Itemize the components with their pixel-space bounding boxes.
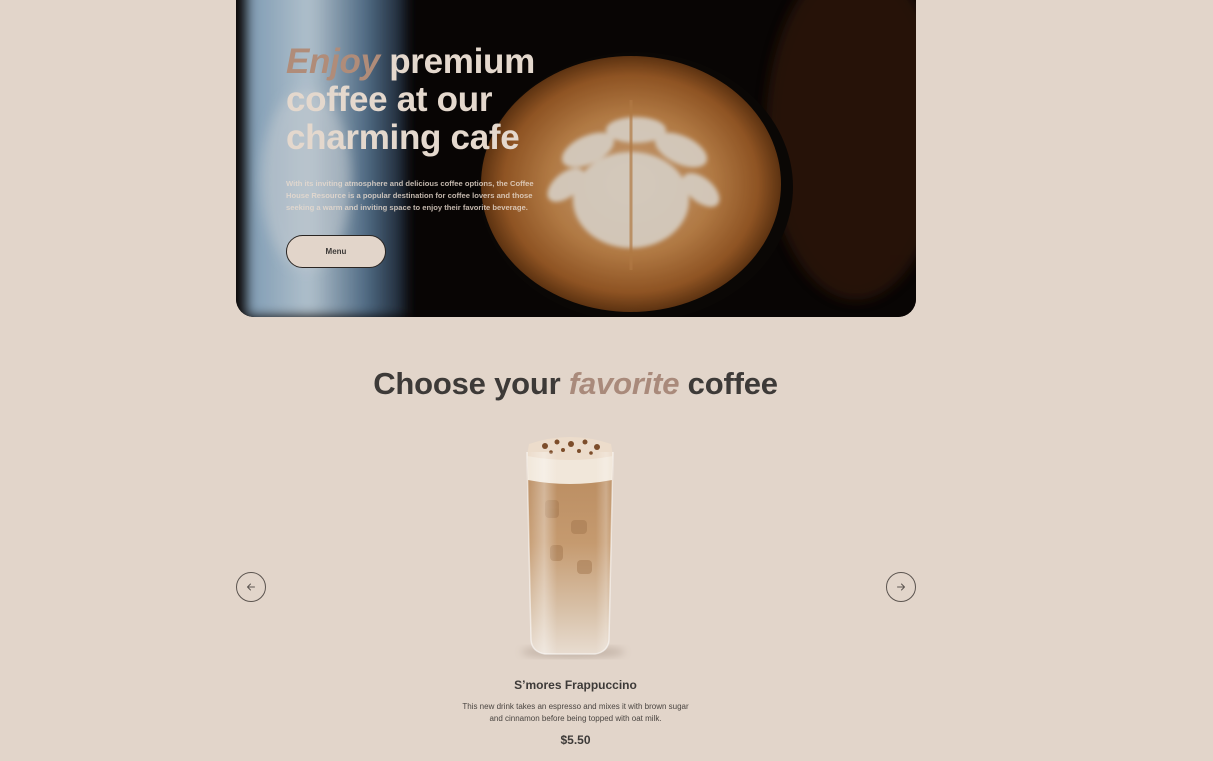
hero-title: Enjoy premium coffee at our charming caf…	[286, 43, 576, 157]
menu-button[interactable]: Menu	[286, 235, 386, 268]
product-name: S’mores Frappuccino	[514, 678, 637, 692]
arrow-left-icon	[247, 583, 255, 591]
hero-description: With its inviting atmosphere and delicio…	[286, 179, 534, 212]
arrow-right-icon	[897, 583, 905, 591]
carousel-next-button[interactable]	[886, 572, 916, 602]
section-title-accent: favorite	[568, 366, 680, 401]
page: Enjoy premium coffee at our charming caf…	[0, 0, 1213, 761]
hero-banner: Enjoy premium coffee at our charming caf…	[236, 0, 916, 317]
product-price: $5.50	[560, 733, 591, 747]
section-title-start: Choose your	[373, 366, 569, 401]
product-image	[521, 437, 625, 658]
section-title: Choose your favorite coffee	[0, 366, 1151, 402]
section-title-end: coffee	[679, 366, 778, 401]
hero-title-accent: Enjoy	[286, 42, 380, 81]
product-description: This new drink takes an espresso and mix…	[462, 702, 689, 723]
carousel-prev-button[interactable]	[236, 572, 266, 602]
